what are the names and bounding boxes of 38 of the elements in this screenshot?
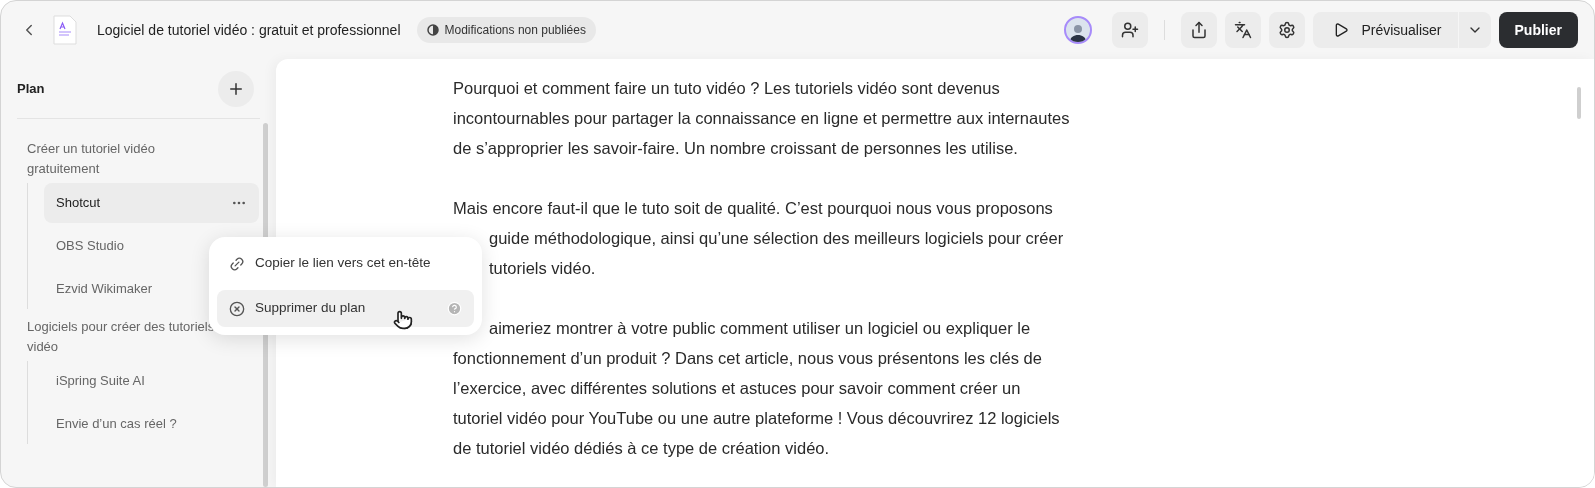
paragraph-line: de tutoriel vidéo dédiés à ce type de création vidéo. bbox=[453, 439, 830, 457]
outline-heading[interactable]: Créer un tutoriel vidéo gratuitement bbox=[17, 139, 237, 179]
paragraph-line: fonctionnement d’un produit ? Dans cet article, nous vous présentons les clés de bbox=[453, 349, 1042, 367]
sidebar-title: Plan bbox=[17, 79, 45, 98]
add-user-icon bbox=[1121, 21, 1140, 39]
paragraph-line: Mais encore faut-il que le tuto soit de qualité. C’est pourquoi nous vous proposons bbox=[453, 199, 1053, 217]
scrollbar[interactable] bbox=[1577, 87, 1581, 119]
document-title: Logiciel de tutoriel vidéo : gratuit et professionnel bbox=[97, 20, 401, 40]
document-icon bbox=[53, 15, 77, 45]
outline-item[interactable]: iSpring Suite AI bbox=[44, 361, 259, 401]
menu-item[interactable]: Supprimer du plan bbox=[217, 290, 474, 327]
outline-item[interactable]: Shotcut bbox=[44, 183, 259, 223]
translate-button[interactable] bbox=[1225, 12, 1262, 48]
preview-button[interactable]: Prévisualiser bbox=[1313, 12, 1458, 48]
paragraph-line: incontournables pour partager la connaissance en ligne et permettre aux internautes bbox=[453, 109, 1070, 127]
status-badge: Modifications non publiées bbox=[416, 17, 596, 43]
paragraph-line: aimeriez montrer à votre public comment utiliser un logiciel ou expliquer le bbox=[489, 319, 1031, 337]
settings-icon bbox=[1278, 21, 1297, 39]
close-circle-icon bbox=[229, 300, 245, 317]
upload-icon bbox=[1190, 21, 1209, 39]
add-button[interactable] bbox=[218, 70, 254, 107]
paragraph-line: Pourquoi et comment faire un tuto vidéo ? Les tutoriels vidéo sont devenus bbox=[453, 79, 1000, 97]
paragraph-line: guide méthodologique, ainsi qu’une sélection des meilleurs logiciels pour créer bbox=[489, 229, 1064, 247]
settings-button[interactable] bbox=[1269, 12, 1306, 48]
half-circle-icon bbox=[426, 24, 439, 36]
menu-item[interactable]: Copier le lien vers cet en-tête bbox=[217, 245, 474, 282]
paragraph-line: de s’approprier les savoir-faire. Un nombre croissant de personnes les utilise. bbox=[453, 139, 1018, 157]
add-user-button[interactable] bbox=[1112, 12, 1149, 48]
share-button[interactable] bbox=[1181, 12, 1218, 48]
avatar[interactable] bbox=[1064, 16, 1093, 44]
pointer-cursor-icon bbox=[393, 310, 413, 330]
outline-item[interactable]: Envie d’un cas réel ? bbox=[44, 404, 259, 444]
paragraph-line: tutoriels vidéo. bbox=[489, 259, 596, 277]
paragraph-line: tutoriel vidéo pour YouTube ou une autre plateforme ! Vous découvrirez 12 logiciels bbox=[453, 409, 1060, 427]
paragraph-line: l’exercice, avec différentes solutions et astuces pour savoir comment créer un bbox=[453, 379, 1021, 397]
publish-button[interactable]: Publier bbox=[1498, 12, 1578, 48]
translate-icon bbox=[1234, 21, 1253, 39]
play-icon bbox=[1333, 22, 1350, 38]
